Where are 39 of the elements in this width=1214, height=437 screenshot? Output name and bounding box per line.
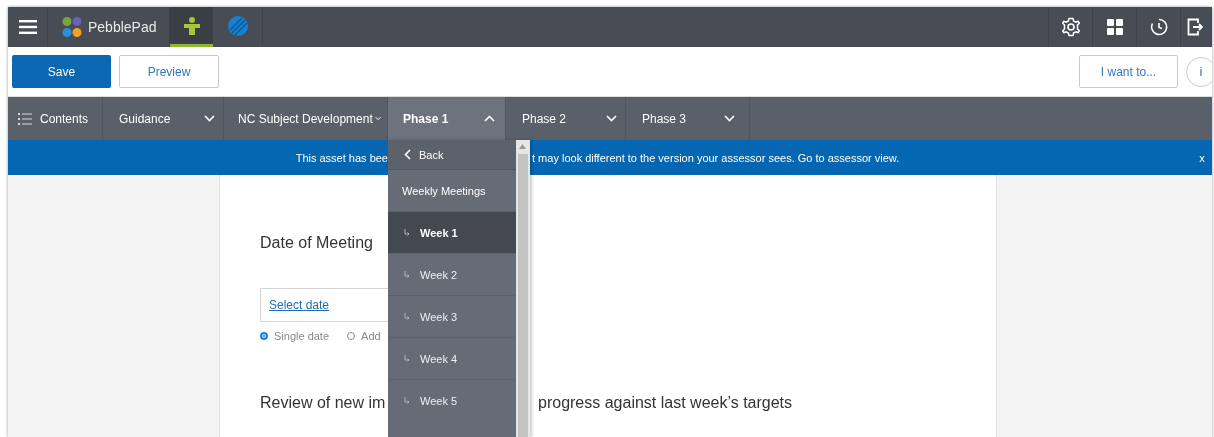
radio-button[interactable]	[260, 332, 268, 340]
close-button[interactable]: x	[1199, 151, 1205, 164]
chevron-down-icon	[724, 115, 735, 122]
save-button[interactable]: Save	[12, 55, 111, 88]
radio-label: Add	[361, 330, 381, 342]
logo-icon	[62, 16, 82, 38]
banner-text: t may look different to the version your assessor sees. Go to assessor view.	[531, 151, 901, 164]
banner-text: This asset has bee	[295, 151, 388, 164]
radio-label: Single date	[274, 330, 330, 342]
sub-arrow-icon	[404, 355, 410, 362]
history-icon	[1149, 18, 1168, 36]
preview-button[interactable]: Preview	[119, 55, 219, 88]
back-button[interactable]: Back	[388, 140, 516, 170]
menu-item[interactable]: Week 1	[388, 211, 516, 253]
scrollbar[interactable]	[516, 140, 530, 437]
menu-heading: Weekly Meetings	[401, 183, 487, 199]
person-icon	[183, 16, 200, 35]
person-tab[interactable]	[170, 7, 213, 47]
chevron-down-icon	[374, 115, 381, 122]
chevron-up-icon	[484, 115, 495, 122]
sub-arrow-icon	[404, 397, 410, 404]
chevron-down-icon	[606, 115, 617, 122]
sub-arrow-icon	[404, 313, 410, 320]
settings-icon	[1060, 17, 1081, 37]
sub-arrow-icon	[404, 229, 410, 236]
sub-arrow-icon	[404, 271, 410, 278]
i-want-to-button[interactable]: I want to...	[1079, 55, 1178, 88]
chevron-down-icon	[204, 115, 215, 122]
nav-tab[interactable]: Phase 1	[388, 97, 506, 140]
field-label: progress against last week’s targets	[538, 394, 794, 412]
globe-icon	[227, 15, 248, 36]
menu-icon	[18, 20, 37, 34]
list-icon	[18, 112, 32, 125]
exit-icon	[1187, 18, 1203, 36]
field-label: Review of new im	[260, 394, 387, 412]
field-label: Date of Meeting	[260, 234, 374, 252]
brand-name: PebblePad	[88, 19, 157, 35]
grid-icon	[1106, 19, 1123, 35]
chevron-left-icon	[404, 149, 411, 160]
